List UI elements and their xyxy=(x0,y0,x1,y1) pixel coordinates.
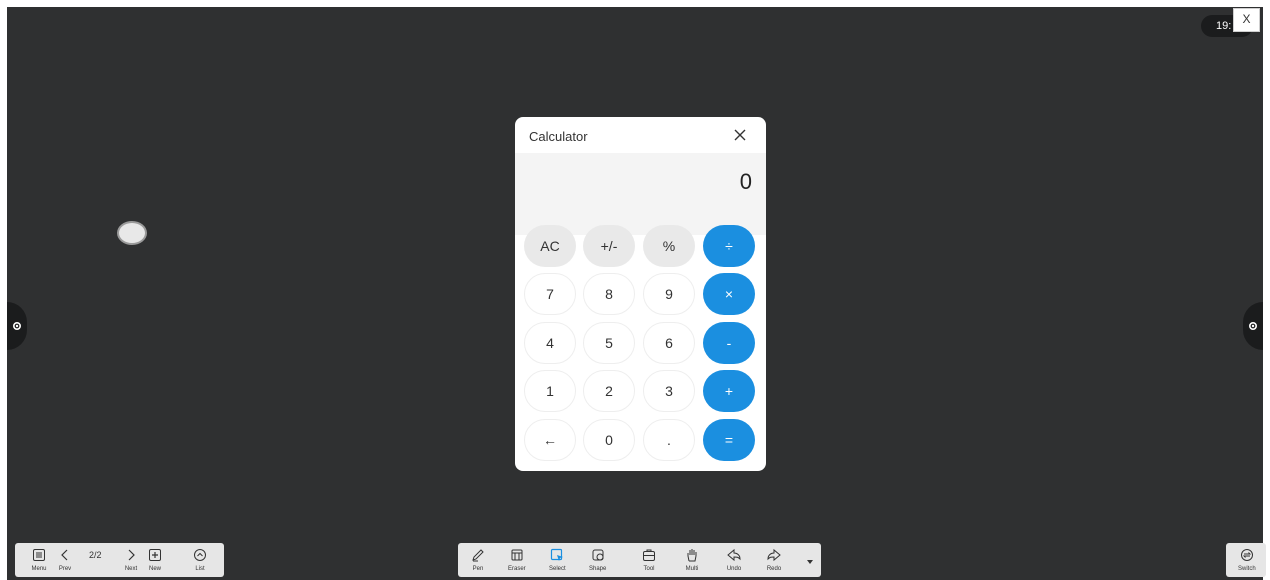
display-value: 0 xyxy=(739,169,752,194)
new-label: New xyxy=(148,566,161,572)
shape-icon xyxy=(592,549,604,561)
next-button[interactable]: Next xyxy=(123,543,139,577)
tool-tool[interactable]: Tool xyxy=(641,543,657,577)
switch-tool[interactable]: Switch xyxy=(1238,543,1256,577)
key-4-button[interactable]: 4 xyxy=(524,322,576,364)
key-8-button[interactable]: 8 xyxy=(583,273,635,315)
floating-ball-button[interactable] xyxy=(117,221,147,245)
key-equals-button[interactable]: = xyxy=(703,419,755,461)
list-label: List xyxy=(195,566,205,572)
switch-button[interactable]: Switch xyxy=(1226,543,1266,577)
key-9-button[interactable]: 9 xyxy=(643,273,695,315)
tool-multi[interactable]: Multi xyxy=(684,543,700,577)
more-tools-button[interactable] xyxy=(802,543,818,577)
key-0-button[interactable]: 0 xyxy=(583,419,635,461)
gear-icon xyxy=(12,321,22,331)
tool-shape[interactable]: Shape xyxy=(589,543,606,577)
chevron-left-icon xyxy=(61,549,68,561)
redo-label: Redo xyxy=(766,566,782,572)
next-label: Next xyxy=(124,566,138,572)
undo-label: Undo xyxy=(726,566,742,572)
menu-icon xyxy=(33,549,45,561)
redo-button[interactable]: Redo xyxy=(766,543,782,577)
close-whiteboard-button[interactable]: X xyxy=(1233,8,1260,32)
tool-label: Tool xyxy=(643,566,655,572)
multi-label: Multi xyxy=(685,566,699,572)
key-7-button[interactable]: 7 xyxy=(524,273,576,315)
clock-text: 19: xyxy=(1216,20,1232,32)
key-5-button[interactable]: 5 xyxy=(583,322,635,364)
caret-down-icon xyxy=(807,560,813,564)
hand-icon xyxy=(687,549,697,562)
menu-label: Menu xyxy=(31,566,47,572)
undo-icon xyxy=(727,548,741,562)
tool-pen[interactable]: Pen xyxy=(470,543,486,577)
key-add-button[interactable]: + xyxy=(703,370,755,412)
key-percent-button[interactable]: % xyxy=(643,225,695,267)
redo-icon xyxy=(767,548,781,562)
page-count: 2/2 xyxy=(89,550,102,560)
key-multiply-button[interactable]: × xyxy=(703,273,755,315)
menu-button[interactable]: Menu xyxy=(31,543,47,577)
drawing-toolbar: Pen Eraser Select Shape Tool Multi Undo … xyxy=(458,543,821,577)
new-page-button[interactable]: New xyxy=(147,543,163,577)
calculator-display: 0 xyxy=(515,153,766,235)
prev-label: Prev xyxy=(58,566,72,572)
prev-button[interactable]: Prev xyxy=(57,543,73,577)
key-1-button[interactable]: 1 xyxy=(524,370,576,412)
close-icon[interactable] xyxy=(732,127,748,143)
key-3-button[interactable]: 3 xyxy=(643,370,695,412)
list-button[interactable]: List xyxy=(192,543,208,577)
undo-button[interactable]: Undo xyxy=(726,543,742,577)
shape-label: Shape xyxy=(589,566,607,572)
calculator-window: Calculator 0 AC +/-% ÷ 7 8 9 × 4 5 6-1 2 3 + ← 0. = xyxy=(515,117,766,471)
add-page-icon xyxy=(149,549,161,561)
key-backspace-button[interactable]: ← xyxy=(524,419,576,461)
key-decimal-button[interactable]: . xyxy=(643,419,695,461)
eraser-label: Eraser xyxy=(508,566,526,572)
select-icon xyxy=(551,548,564,561)
eraser-icon xyxy=(511,549,523,561)
calculator-title: Calculator xyxy=(529,129,588,144)
select-label: Select xyxy=(549,566,566,572)
key-negate-button[interactable]: +/- xyxy=(583,225,635,267)
toolbox-icon xyxy=(643,549,655,561)
tool-select[interactable]: Select xyxy=(549,543,566,577)
list-icon xyxy=(194,549,206,561)
key-6-button[interactable]: 6 xyxy=(643,322,695,364)
switch-label: Switch xyxy=(1238,566,1256,572)
page-nav-bar: Menu Prev 2/2 Next New List xyxy=(15,543,224,577)
gear-icon xyxy=(1248,321,1258,331)
key-clear-button[interactable]: AC xyxy=(524,225,576,267)
pen-label: Pen xyxy=(472,566,484,572)
key-subtract-button[interactable]: - xyxy=(703,322,755,364)
pen-icon xyxy=(472,549,484,562)
key-2-button[interactable]: 2 xyxy=(583,370,635,412)
key-divide-button[interactable]: ÷ xyxy=(703,225,755,267)
tool-eraser[interactable]: Eraser xyxy=(508,543,526,577)
switch-icon xyxy=(1240,549,1253,561)
chevron-right-icon xyxy=(128,549,135,561)
